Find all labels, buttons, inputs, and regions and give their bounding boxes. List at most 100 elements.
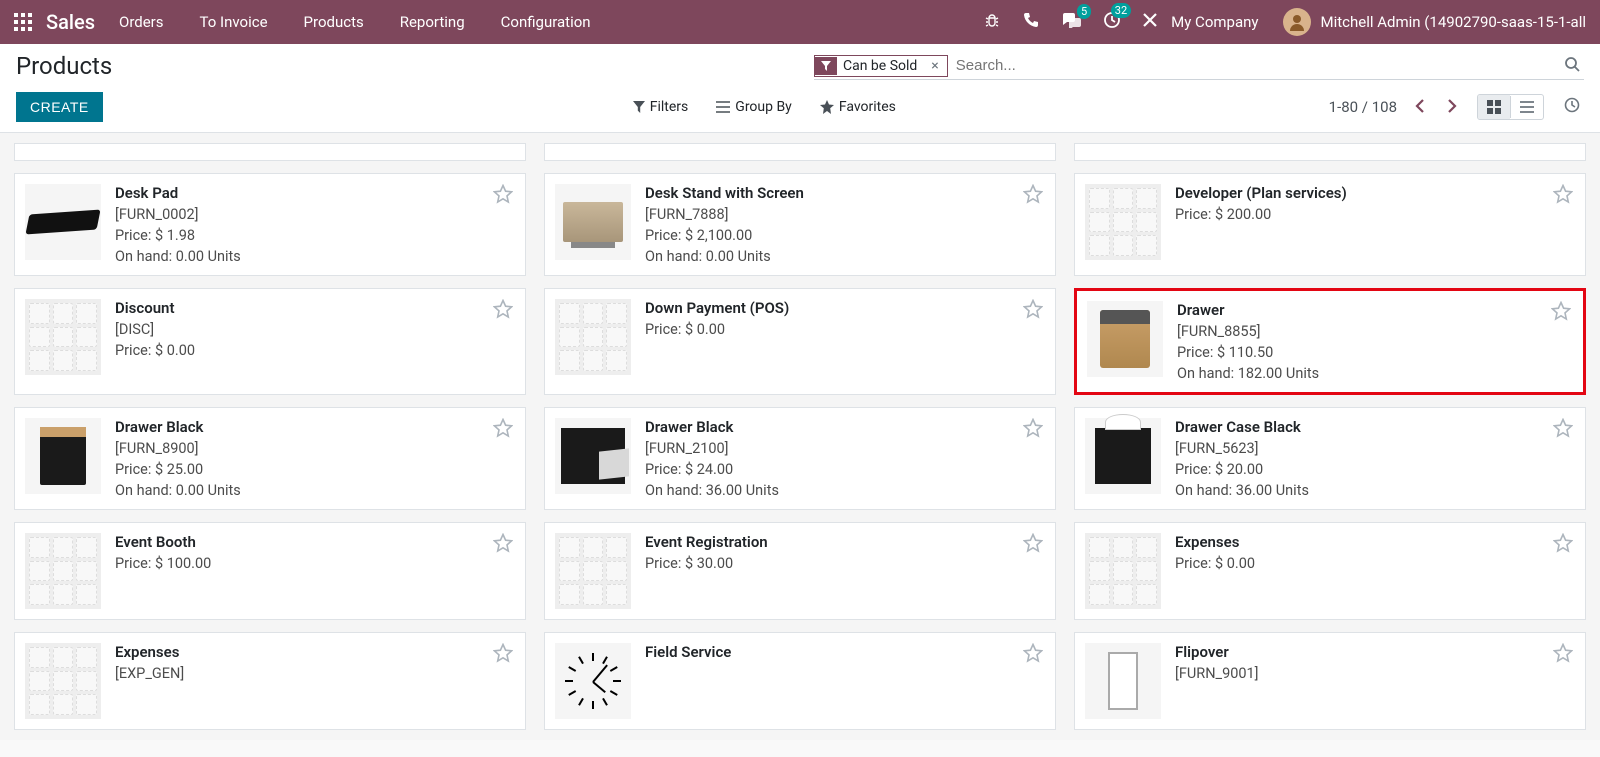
favorite-star-icon[interactable]: [1023, 184, 1043, 204]
close-studio-icon[interactable]: [1143, 13, 1157, 31]
favorite-star-icon[interactable]: [493, 643, 513, 663]
favorite-star-icon[interactable]: [1553, 418, 1573, 438]
product-card[interactable]: Drawer Case Black [FURN_5623] Price: $ 2…: [1074, 407, 1586, 510]
product-card[interactable]: Developer (Plan services) Price: $ 200.0…: [1074, 173, 1586, 276]
product-code: [DISC]: [115, 321, 515, 338]
favorite-star-icon[interactable]: [493, 533, 513, 553]
product-price: Price: $ 24.00: [645, 461, 1045, 478]
product-name: Flipover: [1175, 643, 1575, 661]
product-card[interactable]: Drawer [FURN_8855] Price: $ 110.50 On ha…: [1074, 288, 1586, 395]
product-card[interactable]: Event Booth Price: $ 100.00: [14, 522, 526, 620]
product-price: Price: $ 2,100.00: [645, 227, 1045, 244]
product-onhand: On hand: 36.00 Units: [1175, 482, 1575, 499]
debug-icon[interactable]: [983, 12, 1001, 32]
favorite-star-icon[interactable]: [493, 184, 513, 204]
product-code: [FURN_9001]: [1175, 665, 1575, 682]
product-code: [FURN_8900]: [115, 440, 515, 457]
favorite-star-icon[interactable]: [493, 418, 513, 438]
product-card[interactable]: Discount [DISC] Price: $ 0.00: [14, 288, 526, 395]
product-card[interactable]: Event Registration Price: $ 30.00: [544, 522, 1056, 620]
product-card-stub[interactable]: [1074, 143, 1586, 161]
product-card-stub[interactable]: [14, 143, 526, 161]
kanban-view: Desk Pad [FURN_0002] Price: $ 1.98 On ha…: [0, 133, 1600, 740]
company-switcher[interactable]: My Company: [1171, 13, 1258, 31]
activity-icon[interactable]: 32: [1103, 11, 1121, 33]
product-code: [FURN_2100]: [645, 440, 1045, 457]
view-activity-button[interactable]: [1560, 93, 1584, 121]
product-image: [1087, 301, 1163, 377]
product-image: [25, 299, 101, 375]
product-card-stub[interactable]: [544, 143, 1056, 161]
search-icon[interactable]: [1560, 56, 1584, 76]
product-card[interactable]: Desk Pad [FURN_0002] Price: $ 1.98 On ha…: [14, 173, 526, 276]
favorite-star-icon[interactable]: [1553, 533, 1573, 553]
product-name: Field Service: [645, 643, 1045, 661]
nav-systray: 5 32: [983, 11, 1157, 33]
create-button[interactable]: CREATE: [16, 92, 103, 122]
product-onhand: On hand: 182.00 Units: [1177, 365, 1573, 382]
view-list-button[interactable]: [1510, 96, 1543, 118]
favorite-star-icon[interactable]: [1553, 184, 1573, 204]
product-card[interactable]: Flipover [FURN_9001]: [1074, 632, 1586, 730]
nav-item-to-invoice[interactable]: To Invoice: [200, 13, 268, 31]
nav-item-reporting[interactable]: Reporting: [400, 13, 465, 31]
product-price: Price: $ 100.00: [115, 555, 515, 572]
product-name: Drawer Black: [645, 418, 1045, 436]
product-code: [EXP_GEN]: [115, 665, 515, 682]
product-price: Price: $ 0.00: [645, 321, 1045, 338]
product-image: [1085, 418, 1161, 494]
product-name: Event Booth: [115, 533, 515, 551]
product-card[interactable]: Expenses Price: $ 0.00: [1074, 522, 1586, 620]
user-avatar: [1283, 8, 1311, 36]
search-bar[interactable]: Can be Sold ×: [814, 53, 1584, 80]
pager-value[interactable]: 1-80 / 108: [1329, 98, 1397, 116]
product-card[interactable]: Desk Stand with Screen [FURN_7888] Price…: [544, 173, 1056, 276]
pager-prev[interactable]: [1411, 94, 1429, 121]
search-input[interactable]: [956, 57, 1560, 74]
favorite-star-icon[interactable]: [1023, 643, 1043, 663]
favorite-star-icon[interactable]: [493, 299, 513, 319]
product-onhand: On hand: 0.00 Units: [115, 248, 515, 265]
favorite-star-icon[interactable]: [1023, 418, 1043, 438]
favorite-star-icon[interactable]: [1553, 643, 1573, 663]
view-kanban-button[interactable]: [1478, 95, 1510, 119]
product-card[interactable]: Expenses [EXP_GEN]: [14, 632, 526, 730]
search-facet-remove[interactable]: ×: [923, 56, 946, 76]
product-name: Drawer Black: [115, 418, 515, 436]
product-onhand: On hand: 0.00 Units: [645, 248, 1045, 265]
product-card[interactable]: Drawer Black [FURN_2100] Price: $ 24.00 …: [544, 407, 1056, 510]
nav-menu: Orders To Invoice Products Reporting Con…: [119, 13, 591, 31]
product-card[interactable]: Down Payment (POS) Price: $ 0.00: [544, 288, 1056, 395]
nav-item-products[interactable]: Products: [304, 13, 364, 31]
nav-item-orders[interactable]: Orders: [119, 13, 164, 31]
product-image: [25, 533, 101, 609]
product-image: [1085, 643, 1161, 719]
user-menu[interactable]: Mitchell Admin (14902790-saas-15-1-all: [1283, 8, 1587, 36]
main-navbar: Sales Orders To Invoice Products Reporti…: [0, 0, 1600, 44]
product-name: Discount: [115, 299, 515, 317]
favorite-star-icon[interactable]: [1023, 299, 1043, 319]
control-panel: Products Can be Sold × CREATE Filters: [0, 44, 1600, 133]
groupby-button[interactable]: Group By: [716, 99, 792, 115]
product-name: Drawer: [1177, 301, 1573, 319]
product-code: [FURN_0002]: [115, 206, 515, 223]
apps-icon[interactable]: [14, 13, 32, 31]
product-name: Down Payment (POS): [645, 299, 1045, 317]
favorite-star-icon[interactable]: [1551, 301, 1571, 321]
nav-item-configuration[interactable]: Configuration: [501, 13, 591, 31]
favorites-button[interactable]: Favorites: [820, 99, 896, 115]
search-facet-label: Can be Sold: [837, 56, 923, 76]
product-image: [555, 418, 631, 494]
favorite-star-icon[interactable]: [1023, 533, 1043, 553]
product-price: Price: $ 1.98: [115, 227, 515, 244]
product-card[interactable]: Drawer Black [FURN_8900] Price: $ 25.00 …: [14, 407, 526, 510]
product-code: [FURN_7888]: [645, 206, 1045, 223]
pager-next[interactable]: [1443, 94, 1461, 121]
product-card[interactable]: Field Service: [544, 632, 1056, 730]
filters-button[interactable]: Filters: [633, 99, 689, 115]
app-brand[interactable]: Sales: [46, 10, 95, 34]
messaging-icon[interactable]: 5: [1061, 12, 1081, 32]
user-name: Mitchell Admin (14902790-saas-15-1-all: [1321, 13, 1587, 31]
phone-icon[interactable]: [1023, 12, 1039, 32]
view-switcher: [1477, 94, 1544, 120]
